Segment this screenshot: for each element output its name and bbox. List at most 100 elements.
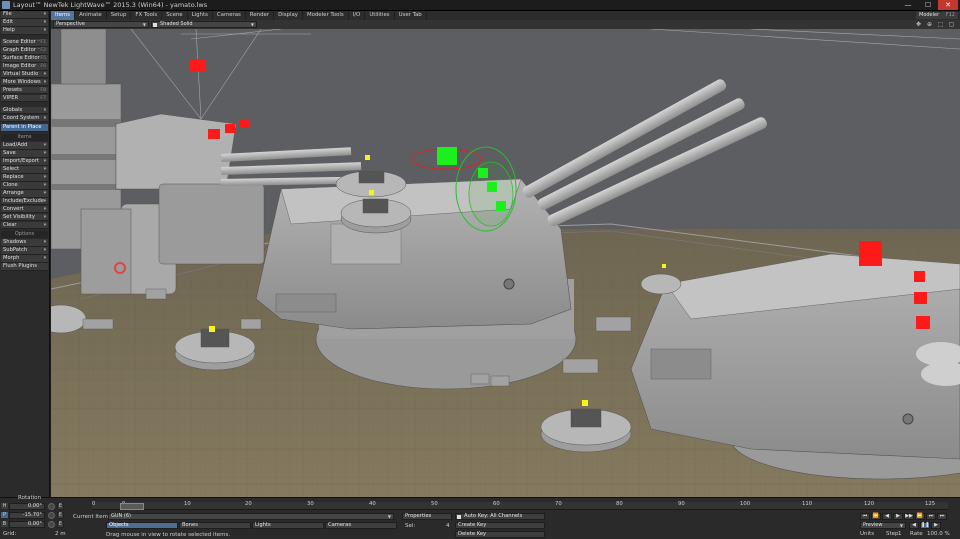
p-axis-key[interactable]: P bbox=[1, 512, 8, 518]
tab-display[interactable]: Display bbox=[274, 11, 303, 20]
red-null bbox=[914, 292, 927, 304]
delete-key-button[interactable]: Delete Key bbox=[455, 531, 545, 538]
b-axis-key[interactable]: B bbox=[1, 521, 8, 527]
items-select[interactable]: Select ▾ bbox=[1, 165, 48, 174]
p-key-toggle[interactable] bbox=[48, 512, 55, 519]
close-button[interactable]: ✕ bbox=[938, 0, 958, 10]
h-envelope-button[interactable]: E bbox=[57, 503, 64, 510]
parent-in-place-toggle[interactable]: Parent in Place bbox=[1, 124, 48, 132]
preview-dropdown[interactable]: Preview ▼ bbox=[860, 522, 906, 529]
cameras-button[interactable]: Cameras bbox=[325, 522, 397, 529]
items-set-visibility[interactable]: Set Visibility ▾ bbox=[1, 213, 48, 222]
items-include-exclude[interactable]: Include/Exclude ▾ bbox=[1, 197, 48, 206]
tab-modeler-tools[interactable]: Modeler Tools bbox=[303, 11, 349, 20]
last-frame-icon[interactable]: ⏭ bbox=[926, 513, 936, 520]
end-frame-icon[interactable]: ⏭ bbox=[937, 513, 947, 520]
tab-fx-tools[interactable]: FX Tools bbox=[131, 11, 163, 20]
rate-value[interactable]: 100.0 % bbox=[927, 531, 950, 537]
lights-button[interactable]: Lights bbox=[252, 522, 324, 529]
items-arrange[interactable]: Arrange ▾ bbox=[1, 189, 48, 198]
next-key-icon[interactable]: ⏩ bbox=[915, 513, 925, 520]
heading-field[interactable]: 0.00° bbox=[9, 503, 45, 510]
timeline-slider-thumb[interactable] bbox=[120, 503, 144, 510]
properties-button[interactable]: Properties bbox=[402, 513, 452, 520]
items-save[interactable]: Save ▾ bbox=[1, 149, 48, 158]
menu-edit[interactable]: Edit ▾ bbox=[1, 18, 48, 27]
prev-frame-icon[interactable]: ◀ bbox=[882, 513, 892, 520]
modeler-button[interactable]: Modeler F12 bbox=[916, 12, 958, 19]
items-clone[interactable]: Clone ▾ bbox=[1, 181, 48, 190]
first-frame-icon[interactable]: ⏮ bbox=[860, 513, 870, 520]
units-label[interactable]: Units bbox=[860, 531, 874, 537]
menu-virtual-studio[interactable]: Virtual Studio ▾ bbox=[1, 70, 48, 79]
menu-help[interactable]: Help ▾ bbox=[1, 26, 48, 35]
menu-file[interactable]: File ▾ bbox=[1, 11, 48, 19]
options-flush-plugins[interactable]: Flush Plugins bbox=[1, 263, 48, 271]
prev-key-icon[interactable]: ⏪ bbox=[871, 513, 881, 520]
next-frame-icon[interactable]: ▶▶ bbox=[904, 513, 914, 520]
items-clear[interactable]: Clear ▾ bbox=[1, 221, 48, 230]
step-back-icon[interactable]: ◀ bbox=[909, 522, 919, 529]
pitch-field[interactable]: -15.70° bbox=[9, 512, 45, 519]
menu-scene-editor[interactable]: Scene Editor ^F1 bbox=[1, 38, 48, 47]
items-convert[interactable]: Convert ▾ bbox=[1, 205, 48, 214]
green-null-selected bbox=[496, 201, 506, 211]
create-key-button[interactable]: Create Key bbox=[455, 522, 545, 529]
viewport-nav-icons: ✥ ⊕ ⬚ ▢ bbox=[914, 21, 956, 28]
chevron-down-icon: ▾ bbox=[43, 248, 46, 254]
move-view-icon[interactable]: ✥ bbox=[914, 21, 923, 28]
menu-viper[interactable]: VIPER F7 bbox=[1, 94, 48, 103]
items-import-export[interactable]: Import/Export ▾ bbox=[1, 157, 48, 166]
chevron-down-icon: ▾ bbox=[43, 240, 46, 246]
tab-i-o[interactable]: I/O bbox=[349, 11, 366, 20]
minimize-button[interactable]: — bbox=[898, 0, 918, 10]
current-item-dropdown[interactable]: GUN (6) ▼ bbox=[108, 513, 394, 520]
shortcut-hint: ^F1 bbox=[36, 39, 46, 45]
menu-more-windows[interactable]: More Windows ▾ bbox=[1, 78, 48, 87]
tab-render[interactable]: Render bbox=[246, 11, 275, 20]
tab-user-tab[interactable]: User Tab bbox=[395, 11, 427, 20]
options-subpatch[interactable]: SubPatch ▾ bbox=[1, 247, 48, 256]
tab-lights[interactable]: Lights bbox=[188, 11, 213, 20]
menu-image-editor[interactable]: Image Editor F6 bbox=[1, 62, 48, 71]
b-key-toggle[interactable] bbox=[48, 521, 55, 528]
rotate-view-icon[interactable]: ⊕ bbox=[925, 21, 934, 28]
tab-cameras[interactable]: Cameras bbox=[213, 11, 246, 20]
options-shadows[interactable]: Shadows ▾ bbox=[1, 239, 48, 248]
menu-coord-system[interactable]: Coord System ▾ bbox=[1, 114, 48, 123]
tab-scene[interactable]: Scene bbox=[162, 11, 188, 20]
menu-surface-editor[interactable]: Surface Editor F5 bbox=[1, 54, 48, 63]
shading-mode-dropdown[interactable]: Shaded Solid ▼ bbox=[151, 21, 257, 28]
tab-animate[interactable]: Animate bbox=[75, 11, 107, 20]
step-value[interactable]: 1 bbox=[898, 531, 902, 537]
options-morph[interactable]: Morph ▾ bbox=[1, 255, 48, 263]
h-key-toggle[interactable] bbox=[48, 503, 55, 510]
menu-label: Load/Add bbox=[3, 142, 28, 148]
tab-utilities[interactable]: Utilities bbox=[365, 11, 395, 20]
tab-items[interactable]: Items bbox=[51, 11, 76, 20]
main-tab-bar: Items Animate Setup FX Tools Scene Lights Came… bbox=[51, 11, 960, 20]
items-load-add[interactable]: Load/Add ▾ bbox=[1, 142, 48, 150]
b-envelope-button[interactable]: E bbox=[57, 521, 64, 528]
menu-graph-editor[interactable]: Graph Editor ^F2 bbox=[1, 46, 48, 55]
zoom-view-icon[interactable]: ⬚ bbox=[936, 21, 945, 28]
play-icon[interactable]: ▶ bbox=[893, 513, 903, 520]
tab-setup[interactable]: Setup bbox=[107, 11, 132, 20]
pause-icon[interactable]: ❚❚ bbox=[920, 522, 930, 529]
shading-mode-value: Shaded Solid bbox=[160, 21, 193, 27]
menu-presets[interactable]: Presets F8 bbox=[1, 86, 48, 95]
bones-button[interactable]: Bones bbox=[179, 522, 251, 529]
maximize-view-icon[interactable]: ▢ bbox=[947, 21, 956, 28]
3d-viewport[interactable] bbox=[51, 29, 960, 497]
viewport-render bbox=[51, 29, 960, 497]
auto-key-dropdown[interactable]: Auto Key: All Channels bbox=[455, 513, 545, 520]
items-replace[interactable]: Replace ▾ bbox=[1, 173, 48, 182]
step-forward-icon[interactable]: ▶ bbox=[931, 522, 941, 529]
menu-globals[interactable]: Globals ▾ bbox=[1, 106, 48, 115]
objects-button[interactable]: Objects bbox=[106, 522, 178, 529]
p-envelope-button[interactable]: E bbox=[57, 512, 64, 519]
maximize-button[interactable]: ☐ bbox=[918, 0, 938, 10]
h-axis-key[interactable]: H bbox=[1, 503, 8, 509]
view-mode-dropdown[interactable]: Perspective ▼ bbox=[53, 21, 149, 28]
bank-field[interactable]: 0.00° bbox=[9, 521, 45, 528]
